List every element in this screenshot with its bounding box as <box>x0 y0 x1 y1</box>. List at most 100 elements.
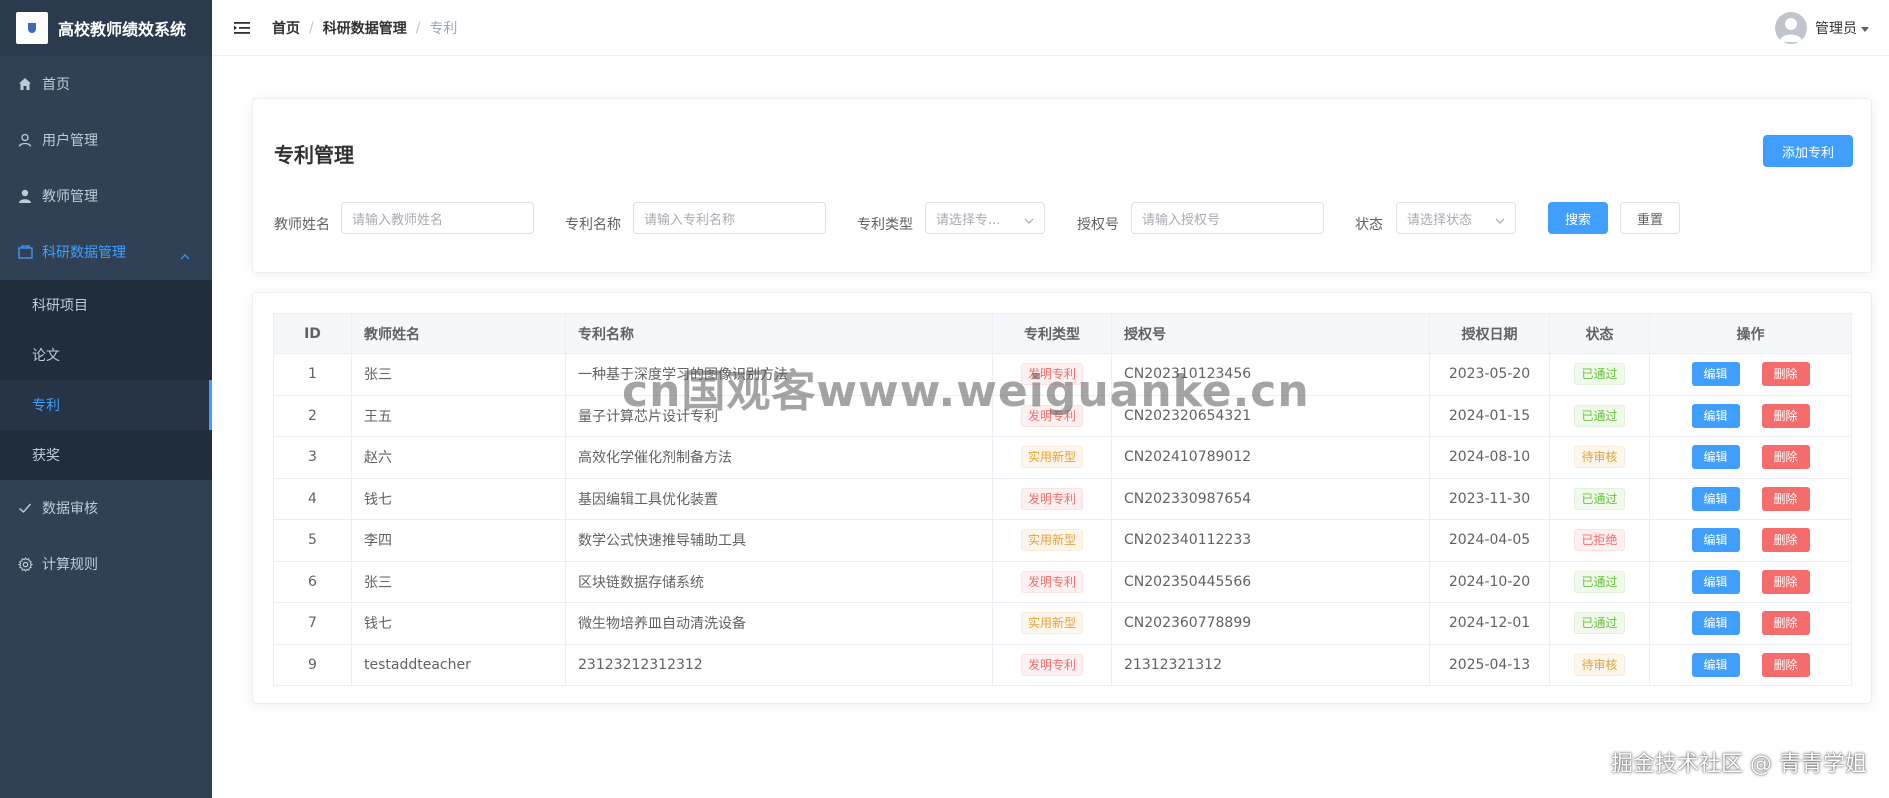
sidebar-subitem-awards[interactable]: 获奖 <box>0 430 212 480</box>
sidebar-item-data-review[interactable]: 数据审核 <box>0 480 212 536</box>
cell-auth-number: CN202360778899 <box>1111 602 1430 645</box>
cell-patent-name: 区块链数据存储系统 <box>565 561 993 603</box>
cell-patent-type: 实用新型 <box>992 436 1112 479</box>
delete-button[interactable]: 删除 <box>1761 652 1810 677</box>
edit-button[interactable]: 编辑 <box>1691 362 1740 387</box>
breadcrumb-research[interactable]: 科研数据管理 <box>323 18 407 38</box>
sidebar-item-teachers[interactable]: 教师管理 <box>0 168 212 224</box>
input-placeholder: 请输入授权号 <box>1142 212 1221 228</box>
breadcrumb-current: 专利 <box>429 20 458 37</box>
input-placeholder: 请输入教师姓名 <box>352 212 444 228</box>
cell-auth-date: 2025-04-13 <box>1429 644 1550 686</box>
edit-button[interactable]: 编辑 <box>1691 445 1740 470</box>
sidebar-item-research-data[interactable]: 科研数据管理 <box>0 224 212 280</box>
cell-actions: 编辑 删除 <box>1649 478 1852 520</box>
cell-id: 2 <box>273 395 352 437</box>
delete-button[interactable]: 删除 <box>1761 569 1810 594</box>
caret-down-icon <box>1861 20 1869 36</box>
edit-button[interactable]: 编辑 <box>1691 486 1740 511</box>
cell-status: 已通过 <box>1549 561 1650 603</box>
cell-patent-name: 微生物培养皿自动清洗设备 <box>565 602 993 645</box>
cell-patent-name: 基因编辑工具优化装置 <box>565 478 993 520</box>
column-header-teacher: 教师姓名 <box>351 313 566 354</box>
cell-auth-date: 2024-10-20 <box>1429 561 1550 603</box>
patent-name-input[interactable]: 请输入专利名称 <box>633 202 826 234</box>
column-header-status: 状态 <box>1549 313 1650 354</box>
table-body: 1 张三 一种基于深度学习的图像识别方法 发明专利 CN202310123456 2023… <box>273 353 1852 686</box>
cell-actions: 编辑 删除 <box>1649 519 1852 562</box>
folder-icon <box>16 243 34 261</box>
reset-button[interactable]: 重置 <box>1620 202 1680 234</box>
table-row: 4 钱七 基因编辑工具优化装置 发明专利 CN202330987654 2023-11-3… <box>273 478 1852 520</box>
cell-status: 待审核 <box>1549 436 1650 479</box>
patent-type-tag: 实用新型 <box>1020 612 1083 635</box>
sidebar-subitem-patents[interactable]: 专利 <box>0 380 212 430</box>
cell-actions: 编辑 删除 <box>1649 602 1852 645</box>
patent-type-tag: 发明专利 <box>1020 363 1083 386</box>
patent-table: ID 教师姓名 专利名称 专利类型 授权号 授权日期 状态 操作 1 张三 一种基于… <box>273 313 1852 686</box>
patent-type-tag: 实用新型 <box>1020 446 1083 469</box>
table-row: 9 testaddteacher 23123212312312 发明专利 2131232… <box>273 644 1852 686</box>
cell-patent-name: 23123212312312 <box>565 644 993 686</box>
avatar <box>1775 12 1807 44</box>
delete-button[interactable]: 删除 <box>1761 445 1810 470</box>
sidebar-item-users[interactable]: 用户管理 <box>0 112 212 168</box>
sidebar-item-home[interactable]: 首页 <box>0 56 212 112</box>
search-button[interactable]: 搜索 <box>1548 202 1608 234</box>
cell-auth-date: 2024-08-10 <box>1429 436 1550 479</box>
status-select[interactable]: 请选择状态 <box>1396 202 1516 234</box>
hamburger-icon[interactable] <box>234 19 252 37</box>
delete-button[interactable]: 删除 <box>1761 403 1810 428</box>
user-name: 管理员 <box>1815 21 1857 37</box>
patent-name-label: 专利名称 <box>565 217 621 233</box>
cell-auth-number: CN202330987654 <box>1111 478 1430 520</box>
sidebar-subitem-projects[interactable]: 科研项目 <box>0 280 212 330</box>
cell-patent-type: 实用新型 <box>992 519 1112 562</box>
sidebar-subitem-papers[interactable]: 论文 <box>0 330 212 380</box>
add-patent-button[interactable]: 添加专利 <box>1763 135 1853 167</box>
breadcrumb-home[interactable]: 首页 <box>272 18 300 38</box>
cell-id: 4 <box>273 478 352 520</box>
cell-patent-name: 量子计算芯片设计专利 <box>565 395 993 437</box>
cell-auth-number: CN202410789012 <box>1111 436 1430 479</box>
cell-status: 已通过 <box>1549 353 1650 396</box>
gear-icon <box>16 555 34 573</box>
delete-button[interactable]: 删除 <box>1761 362 1810 387</box>
edit-button[interactable]: 编辑 <box>1691 528 1740 553</box>
cell-actions: 编辑 删除 <box>1649 644 1852 686</box>
cell-teacher: 李四 <box>351 519 566 562</box>
auth-number-input[interactable]: 请输入授权号 <box>1131 202 1324 234</box>
edit-button[interactable]: 编辑 <box>1691 569 1740 594</box>
sidebar-item-label: 数据审核 <box>42 501 98 517</box>
chevron-down-icon <box>1495 213 1505 228</box>
edit-button[interactable]: 编辑 <box>1691 652 1740 677</box>
delete-button[interactable]: 删除 <box>1761 528 1810 553</box>
table-card: ID 教师姓名 专利名称 专利类型 授权号 授权日期 状态 操作 1 张三 一种基于… <box>252 292 1872 704</box>
status-badge: 待审核 <box>1574 446 1625 469</box>
edit-button[interactable]: 编辑 <box>1691 611 1740 636</box>
cell-status: 已通过 <box>1549 602 1650 645</box>
teacher-name-input[interactable]: 请输入教师姓名 <box>341 202 534 234</box>
status-badge: 待审核 <box>1574 653 1625 676</box>
cell-teacher: testaddteacher <box>351 644 566 686</box>
table-row: 7 钱七 微生物培养皿自动清洗设备 实用新型 CN202360778899 2024-12… <box>273 602 1852 645</box>
cell-patent-name: 一种基于深度学习的图像识别方法 <box>565 353 993 396</box>
cell-auth-number: 21312321312 <box>1111 644 1430 686</box>
search-card: 专利管理 添加专利 教师姓名 请输入教师姓名 专利名称 请输入专利名称 专利类型… <box>252 98 1872 273</box>
teacher-icon <box>16 187 34 205</box>
cell-auth-number: CN202340112233 <box>1111 519 1430 562</box>
column-header-auth-number: 授权号 <box>1111 313 1430 354</box>
user-menu[interactable]: 管理员 <box>1775 12 1869 44</box>
delete-button[interactable]: 删除 <box>1761 486 1810 511</box>
edit-button[interactable]: 编辑 <box>1691 403 1740 428</box>
cell-status: 待审核 <box>1549 644 1650 686</box>
cell-id: 1 <box>273 353 352 396</box>
sidebar-item-calc-rules[interactable]: 计算规则 <box>0 536 212 592</box>
chevron-down-icon <box>1024 213 1034 228</box>
table-row: 1 张三 一种基于深度学习的图像识别方法 发明专利 CN202310123456 2023… <box>273 353 1852 396</box>
delete-button[interactable]: 删除 <box>1761 611 1810 636</box>
sidebar-item-label: 科研数据管理 <box>42 245 126 261</box>
cell-teacher: 张三 <box>351 561 566 603</box>
column-header-id: ID <box>273 313 352 354</box>
patent-type-select[interactable]: 请选择专... <box>925 202 1045 234</box>
